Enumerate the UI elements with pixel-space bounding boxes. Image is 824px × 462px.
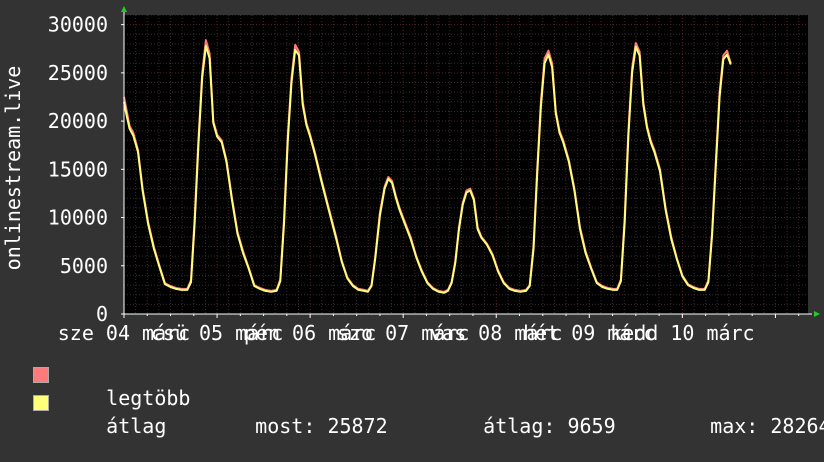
stat-max-value: 28264 bbox=[770, 414, 824, 438]
x-tick-label: kedd 10 márc bbox=[610, 321, 755, 345]
stat-max: max: 28264 bbox=[662, 390, 824, 462]
y-tick-label: 30000 bbox=[48, 13, 108, 37]
y-tick-label: 5000 bbox=[60, 254, 108, 278]
y-axis-label: onlinestream.live bbox=[1, 66, 25, 271]
stat-most: most: 25872 bbox=[207, 390, 388, 462]
legend-swatch-atlag bbox=[33, 395, 49, 411]
y-axis-arrow bbox=[121, 6, 127, 12]
stat-most-label: most: bbox=[255, 414, 316, 438]
legend-entry-atlag: átlag bbox=[58, 390, 166, 462]
x-axis-arrow bbox=[814, 311, 820, 317]
stat-atlag: átlag: 9659 bbox=[435, 390, 616, 462]
stat-atlag-value: 9659 bbox=[567, 414, 616, 438]
legend-label-atlag: átlag bbox=[106, 414, 167, 438]
chart-stage: 0 5000 10000 15000 20000 25000 30000 sze 04 már… bbox=[0, 0, 824, 438]
stat-max-label: max: bbox=[710, 414, 759, 438]
y-tick-label: 20000 bbox=[48, 109, 108, 133]
legend-swatch-legtobb bbox=[33, 367, 49, 383]
y-tick-label: 15000 bbox=[48, 157, 108, 181]
y-tick-label: 10000 bbox=[48, 206, 108, 230]
stat-most-value: 25872 bbox=[327, 414, 388, 438]
y-tick-label: 25000 bbox=[48, 61, 108, 85]
stat-atlag-label: átlag: bbox=[483, 414, 556, 438]
